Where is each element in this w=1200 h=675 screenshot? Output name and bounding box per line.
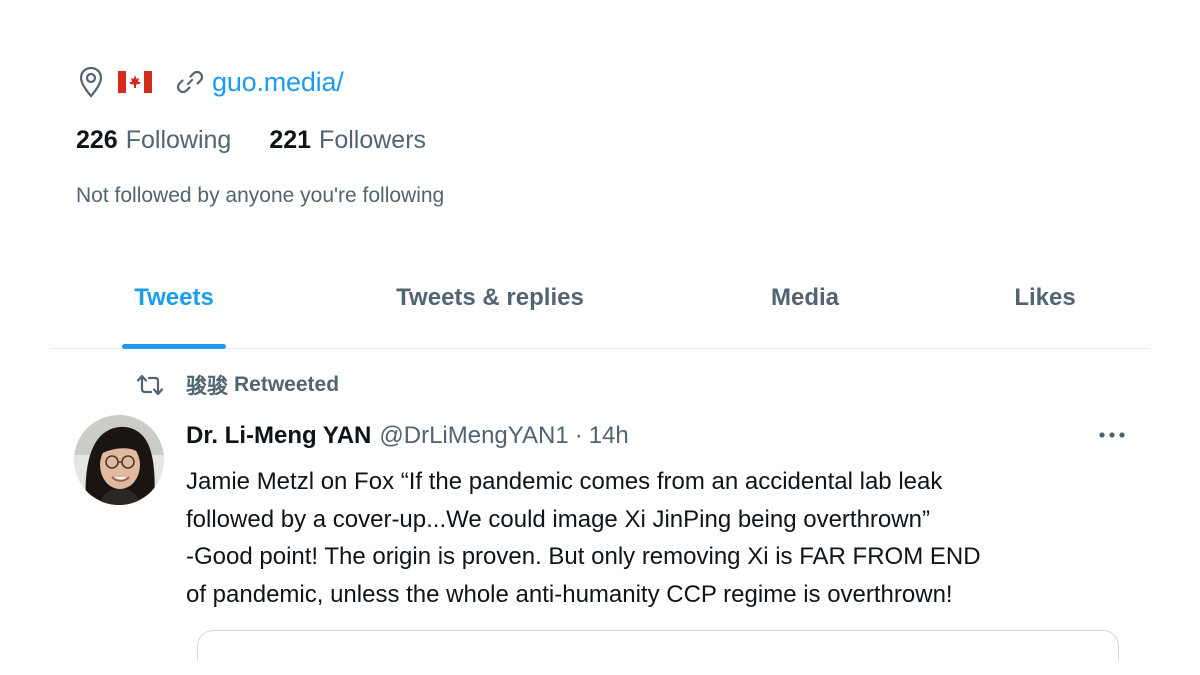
location-pin-icon <box>78 64 106 100</box>
more-options-button[interactable] <box>1092 420 1132 450</box>
tab-media[interactable]: Media <box>750 270 860 348</box>
embedded-card[interactable] <box>197 630 1119 661</box>
separator-dot: · <box>574 422 583 449</box>
tab-label: Tweets & replies <box>396 284 584 311</box>
tab-likes[interactable]: Likes <box>1000 270 1090 348</box>
follow-counts: 226 Following 221 Followers <box>76 126 426 155</box>
retweet-icon <box>136 370 166 400</box>
tab-label: Likes <box>1014 284 1076 311</box>
followers-label: Followers <box>319 126 427 154</box>
link-icon <box>176 67 206 97</box>
author-name[interactable]: Dr. Li-Meng YAN <box>186 422 371 450</box>
retweeter-name[interactable]: 骏骏 <box>186 370 228 400</box>
followers-link[interactable]: 221 Followers <box>269 126 426 155</box>
tweet-timestamp[interactable]: 14h <box>589 422 629 450</box>
author-handle[interactable]: @DrLiMengYAN1 <box>379 422 568 450</box>
tab-label: Media <box>770 284 839 311</box>
profile-meta-row: guo.media/ <box>78 62 344 102</box>
not-followed-text: Not followed by anyone you're following <box>76 184 445 207</box>
more-icon <box>1097 426 1127 444</box>
tab-tweets[interactable]: Tweets <box>122 270 226 349</box>
following-link[interactable]: 226 Following <box>76 126 231 155</box>
tab-label: Tweets <box>134 284 214 311</box>
following-count: 226 <box>76 126 118 154</box>
followers-count: 221 <box>269 126 312 154</box>
active-tab-indicator <box>122 344 226 349</box>
tweet-header: Dr. Li-Meng YAN @DrLiMengYAN1 · 14h <box>186 422 629 450</box>
retweet-context: 骏骏 Retweeted <box>136 370 339 400</box>
avatar[interactable] <box>74 415 164 505</box>
profile-tabs: Tweets Tweets & replies Media Likes <box>50 270 1150 349</box>
following-label: Following <box>125 126 232 154</box>
tweet-text: Jamie Metzl on Fox “If the pandemic come… <box>186 468 981 608</box>
retweeted-label: Retweeted <box>234 373 340 396</box>
canada-flag-icon <box>118 71 152 93</box>
tab-tweets-replies[interactable]: Tweets & replies <box>370 270 610 348</box>
website-link[interactable]: guo.media/ <box>212 67 344 98</box>
